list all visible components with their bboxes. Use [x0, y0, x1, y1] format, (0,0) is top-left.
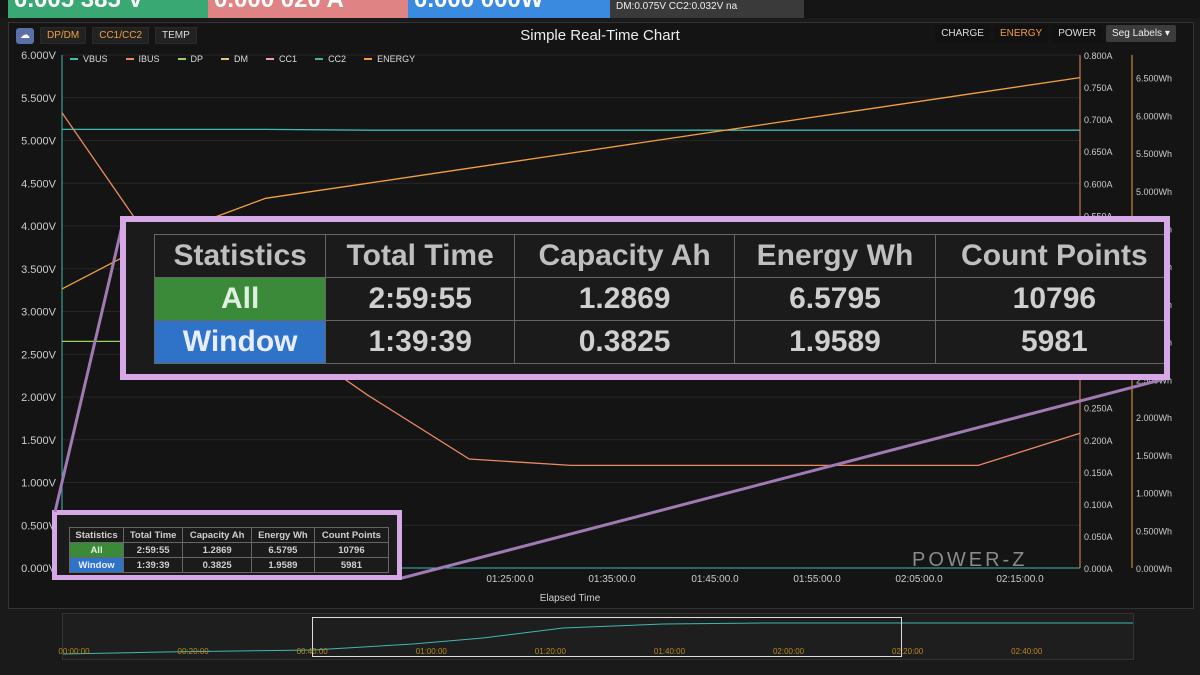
stats-header: Total Time	[123, 527, 184, 543]
row-label-window: Window	[68, 557, 125, 573]
y-left-tick-label: 5.500V	[21, 93, 57, 105]
stats-header: Statistics	[68, 527, 125, 543]
slider-tick-label: 01:00:00	[415, 647, 447, 656]
table-cell: 0.3825	[514, 320, 736, 364]
table-row: All 2:59:55 1.2869 6.5795 10796	[68, 542, 390, 558]
row-label-all: All	[153, 277, 327, 321]
y-left-tick-label: 2.000V	[21, 392, 57, 404]
slider-tick-label: 02:20:00	[892, 647, 924, 656]
row-label-all: All	[68, 542, 125, 558]
y-right1-tick-label: 0.600A	[1084, 179, 1113, 189]
y-right2-tick-label: 5.500Wh	[1136, 149, 1172, 159]
slider-tick-label: 01:40:00	[653, 647, 686, 656]
y-left-tick-label: 4.500V	[21, 178, 57, 190]
y-right1-tick-label: 0.700A	[1084, 115, 1113, 125]
y-right2-tick-label: 6.000Wh	[1136, 111, 1172, 121]
stats-header: Statistics	[153, 234, 327, 278]
table-cell: 1.9589	[251, 557, 315, 573]
row-label-window: Window	[153, 320, 327, 364]
y-right2-tick-label: 0.500Wh	[1136, 526, 1172, 536]
stats-header: Energy Wh	[251, 527, 315, 543]
x-tick-label: 01:25:00.0	[486, 574, 534, 585]
y-right1-tick-label: 0.650A	[1084, 147, 1113, 157]
y-right2-tick-label: 2.000Wh	[1136, 413, 1172, 423]
x-tick-label: 02:15:00.0	[996, 574, 1044, 585]
table-row: All 2:59:55 1.2869 6.5795 10796	[153, 277, 1164, 321]
stats-header: Energy Wh	[734, 234, 936, 278]
stats-table-zoomed: Statistics Total Time Capacity Ah Energy…	[120, 216, 1170, 380]
x-tick-label: 01:45:00.0	[691, 574, 739, 585]
table-row: Window 1:39:39 0.3825 1.9589 5981	[68, 557, 390, 573]
table-cell: 1.9589	[734, 320, 936, 364]
stats-table: Statistics Total Time Capacity Ah Energy…	[68, 527, 390, 573]
stats-header: Count Points	[934, 234, 1164, 278]
y-right1-tick-label: 0.750A	[1084, 83, 1113, 93]
slider-ticks: 00:00:00 00:20:00 00:40:00 01:00:00 01:20:00…	[58, 647, 1132, 659]
series-line-vbus	[62, 128, 1080, 131]
slider-tick-label: 00:00:00	[58, 647, 90, 656]
y-left-tick-label: 6.000V	[21, 50, 57, 62]
y-right1-tick-label: 0.100A	[1084, 500, 1113, 510]
slider-tick-label: 02:00:00	[772, 647, 805, 656]
y-right2-tick-label: 1.000Wh	[1136, 489, 1172, 499]
table-cell: 5981	[313, 557, 390, 573]
table-cell: 1:39:39	[123, 557, 184, 573]
slider-tick-label: 02:40:00	[1011, 647, 1043, 656]
y-right1-tick-label: 0.250A	[1084, 404, 1113, 414]
x-tick-label: 02:05:00.0	[895, 574, 943, 585]
table-cell: 2:59:55	[325, 277, 516, 321]
table-cell: 0.3825	[182, 557, 252, 573]
table-cell: 6.5795	[251, 542, 315, 558]
y-left-tick-label: 2.500V	[21, 349, 57, 361]
watermark: POWER-Z	[912, 549, 1027, 571]
table-cell: 1.2869	[514, 277, 736, 321]
table-cell: 1:39:39	[325, 320, 516, 364]
table-cell: 1.2869	[182, 542, 252, 558]
table-cell: 10796	[313, 542, 390, 558]
y-right1-tick-label: 0.050A	[1084, 532, 1113, 542]
y-right1-tick-label: 0.200A	[1084, 436, 1113, 446]
slider-tick-label: 00:20:00	[177, 647, 209, 656]
slider-tick-label: 00:40:00	[296, 647, 328, 656]
stats-header: Total Time	[325, 234, 516, 278]
y-left-tick-label: 4.000V	[21, 221, 57, 233]
stats-header: Capacity Ah	[182, 527, 252, 543]
y-left-tick-label: 3.000V	[21, 307, 57, 319]
x-axis-label: Elapsed Time	[540, 593, 601, 604]
y-right2-tick-label: 6.500Wh	[1136, 74, 1172, 84]
y-right1-tick-label: 0.150A	[1084, 468, 1113, 478]
x-tick-label: 01:55:00.0	[793, 574, 841, 585]
y-left-tick-label: 3.500V	[21, 264, 57, 276]
y-right1-tick-label: 0.000A	[1084, 564, 1113, 574]
x-tick-label: 01:35:00.0	[588, 574, 636, 585]
stats-header: Capacity Ah	[514, 234, 736, 278]
y-left-tick-label: 5.000V	[21, 136, 57, 148]
y-left-tick-label: 1.000V	[21, 478, 57, 490]
table-cell: 5981	[934, 320, 1164, 364]
table-cell: 6.5795	[734, 277, 936, 321]
table-row: Window 1:39:39 0.3825 1.9589 5981	[153, 320, 1164, 364]
y-right2-tick-label: 5.000Wh	[1136, 187, 1172, 197]
table-cell: 10796	[934, 277, 1164, 321]
table-cell: 2:59:55	[123, 542, 184, 558]
y-right2-tick-label: 1.500Wh	[1136, 451, 1172, 461]
stats-table: Statistics Total Time Capacity Ah Energy…	[153, 234, 1164, 364]
y-right2-tick-label: 0.000Wh	[1136, 564, 1172, 574]
slider-tick-label: 01:20:00	[534, 647, 566, 656]
y-right1-tick-label: 0.800A	[1084, 51, 1113, 61]
stats-table-small: Statistics Total Time Capacity Ah Energy…	[52, 510, 402, 580]
stats-header: Count Points	[313, 527, 390, 543]
y-left-tick-label: 1.500V	[21, 435, 57, 447]
